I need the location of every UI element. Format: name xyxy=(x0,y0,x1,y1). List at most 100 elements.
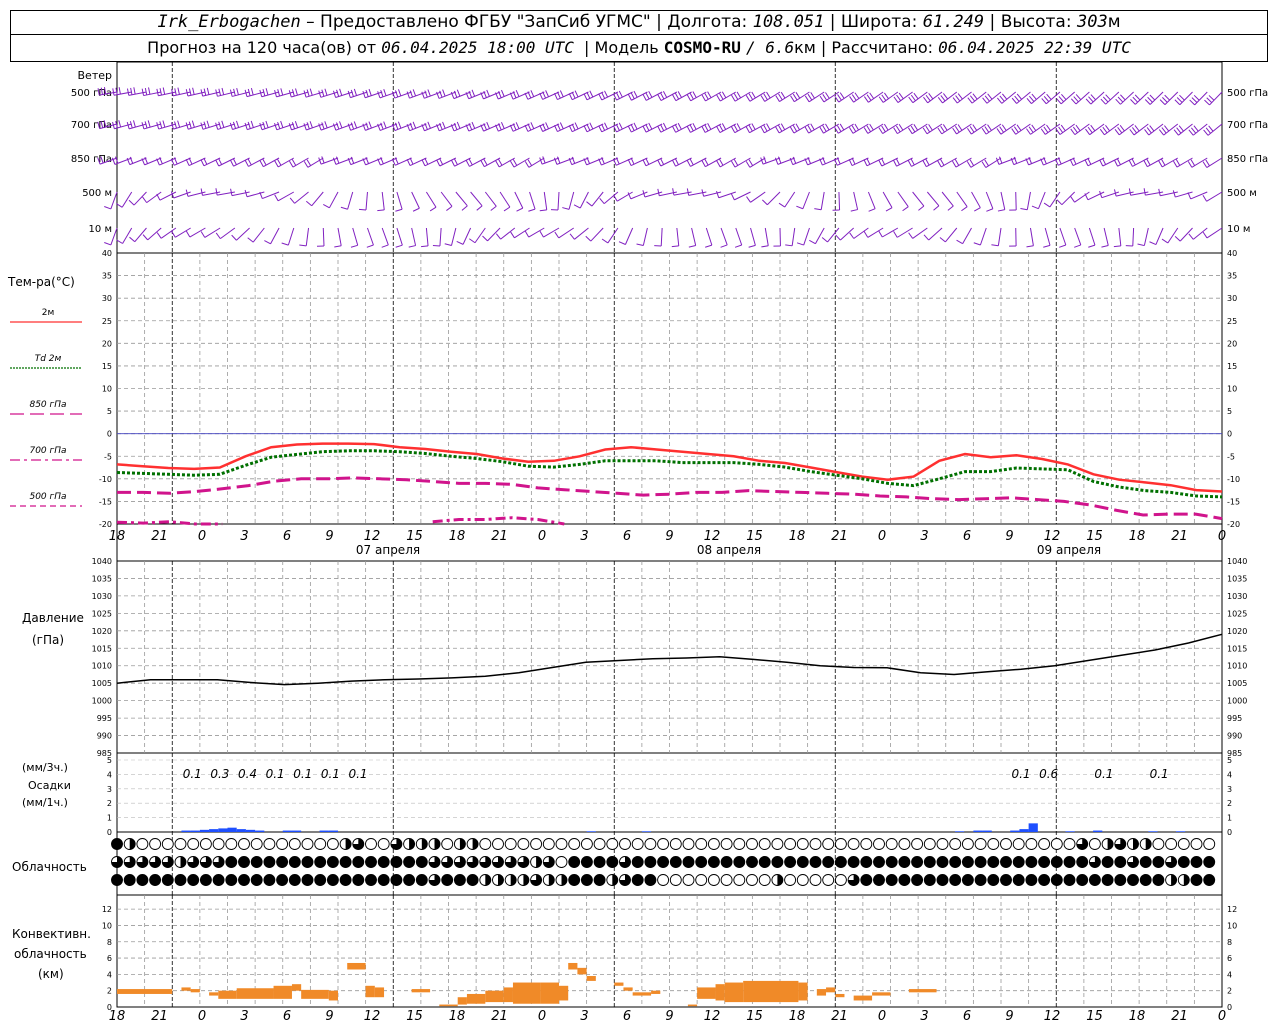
cloud-symbol xyxy=(403,838,416,850)
hour-tick-label: 15 xyxy=(1086,529,1103,544)
wind-barb-feather xyxy=(185,158,190,166)
cloud-circle xyxy=(555,838,568,850)
wind-barb-feather xyxy=(323,204,330,209)
cloud-symbol xyxy=(657,838,670,850)
pressure-tick-label: 1025 xyxy=(92,609,112,618)
wind-barb-feather xyxy=(556,123,561,131)
wind-barb-feather xyxy=(851,157,856,165)
wind-barb-feather xyxy=(762,199,768,206)
wind-barb xyxy=(554,90,574,101)
cloud-circle xyxy=(796,838,809,850)
cloud-fill xyxy=(1127,874,1139,886)
wind-level-label: 500 м xyxy=(82,188,112,199)
wind-barb-staff xyxy=(1074,123,1090,136)
wind-barb-feather xyxy=(981,161,987,168)
wind-barb xyxy=(785,227,796,247)
conv-tick-label: 12 xyxy=(102,905,112,914)
wind-barb-feather xyxy=(539,230,544,238)
cloud-symbol xyxy=(174,856,187,868)
wind-barb-feather xyxy=(586,201,593,207)
wind-barb-feather xyxy=(908,96,914,103)
cloud-symbol xyxy=(504,874,517,886)
wind-barb-feather xyxy=(247,158,252,166)
wind-barb-staff xyxy=(734,157,751,168)
precip-tick-label: 1 xyxy=(107,814,112,823)
wind-barb xyxy=(912,191,925,211)
wind-barb xyxy=(440,191,453,211)
conv-cloud-bar xyxy=(209,992,219,996)
wind-barb-staff xyxy=(642,227,648,246)
wind-barb-feather xyxy=(707,91,712,98)
wind-barb-feather xyxy=(265,88,269,96)
cloud-symbol xyxy=(1050,838,1063,850)
cloud-circle xyxy=(873,838,885,850)
wind-barb-feather xyxy=(1031,93,1037,100)
wind-barb-feather xyxy=(1058,126,1064,133)
wind-barb xyxy=(573,191,589,209)
conv-cloud-bar xyxy=(466,993,486,1004)
cloud-symbol xyxy=(1063,856,1076,868)
pressure-tick-label: 1000 xyxy=(92,697,112,706)
wind-barb xyxy=(289,191,309,204)
wind-barb-feather xyxy=(421,245,429,248)
wind-barb-staff xyxy=(425,191,437,208)
wind-barb-feather xyxy=(1102,96,1109,103)
cloud-symbol xyxy=(758,874,771,886)
wind-barb-staff xyxy=(440,191,453,207)
wind-barb-feather xyxy=(274,194,279,202)
wind-barb-feather xyxy=(589,122,594,130)
cloud-circle xyxy=(365,838,377,850)
cloud-fill xyxy=(561,874,567,886)
cloud-circle xyxy=(809,874,822,886)
cloud-symbol xyxy=(326,838,339,850)
wind-barb-staff xyxy=(676,227,680,246)
cloud-symbol xyxy=(758,838,771,850)
cloud-fill xyxy=(949,856,961,868)
wind-barb-feather xyxy=(229,122,233,130)
wind-barb-staff xyxy=(793,123,810,134)
hour-tick-label: 3 xyxy=(920,529,928,544)
wind-barb-staff xyxy=(1118,123,1134,136)
wind-barb-feather xyxy=(863,159,868,166)
wind-barb-feather xyxy=(262,121,266,129)
wind-barb-staff xyxy=(1178,123,1193,136)
precip-3h-value: 0.1 xyxy=(1150,767,1169,781)
wind-barb-feather xyxy=(156,88,159,96)
wind-barb-feather xyxy=(1102,126,1108,134)
wind-barb-feather xyxy=(148,87,151,95)
wind-barb-feather xyxy=(395,208,403,212)
wind-barb-staff xyxy=(1103,227,1109,246)
cloud-fill xyxy=(1076,856,1088,868)
precip-bar xyxy=(291,830,302,832)
cloud-circle xyxy=(936,838,949,850)
wind-barb xyxy=(618,227,634,245)
cloud-symbol xyxy=(288,874,301,886)
hour-tick-label-bottom: 15 xyxy=(1086,1009,1103,1024)
wind-barb-feather xyxy=(991,244,999,247)
cloud-fill xyxy=(523,874,529,886)
wind-barb-staff xyxy=(814,227,825,244)
wind-barb-feather xyxy=(305,200,312,207)
cloud-circle xyxy=(720,874,733,886)
wind-barb-feather xyxy=(1031,205,1039,210)
wind-barb-feather xyxy=(412,121,417,129)
cloud-circle xyxy=(238,838,250,850)
wind-barb xyxy=(358,191,368,211)
wind-barb-staff xyxy=(705,91,722,102)
cloud-symbol xyxy=(111,856,123,868)
wind-barb-feather xyxy=(524,161,530,168)
wind-barb-feather xyxy=(571,91,576,99)
wind-barb-staff xyxy=(513,157,530,168)
cloud-circle xyxy=(441,838,454,850)
precip-tick-label: 5 xyxy=(107,756,112,765)
cloud-fill xyxy=(225,856,237,868)
wind-barb-feather xyxy=(1105,94,1111,101)
wind-barb-staff xyxy=(439,227,442,246)
hour-tick-label: 18 xyxy=(109,529,126,544)
wind-barb-feather xyxy=(366,244,374,248)
wind-barb-feather xyxy=(1087,157,1092,165)
wind-barb-feather xyxy=(730,193,735,201)
cloud-fill xyxy=(327,874,339,886)
cloud-circle xyxy=(1038,838,1051,850)
wind-barb-staff xyxy=(292,157,309,168)
